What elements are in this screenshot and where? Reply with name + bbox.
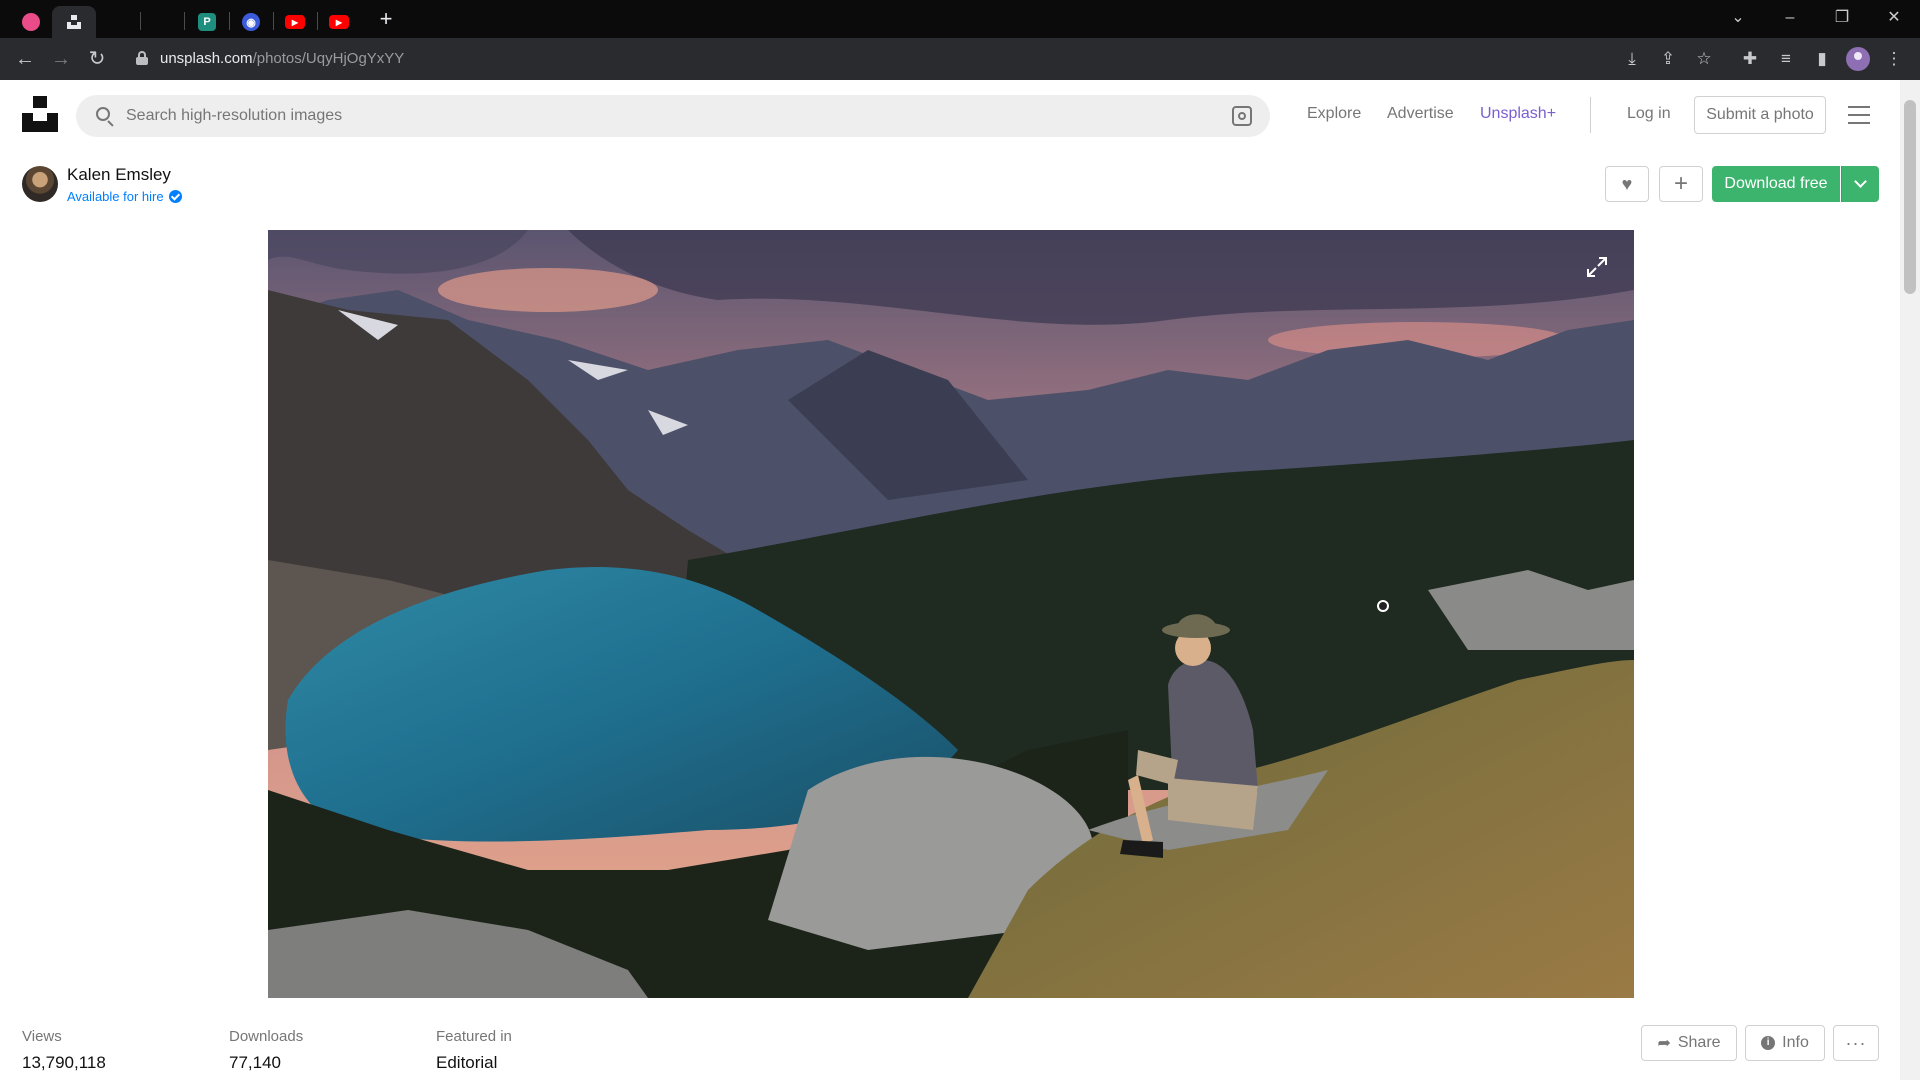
author-name[interactable]: Kalen Emsley [67, 165, 171, 185]
tab-separator [229, 12, 230, 30]
zoom-cursor-icon [1377, 600, 1389, 612]
tab-separator [184, 12, 185, 30]
browser-menu-icon[interactable]: ⋮ [1882, 47, 1906, 71]
media-control-icon[interactable]: ≡ [1774, 47, 1798, 71]
browser-toolbar: ← → ↻ unsplash.com/photos/UqyHjOgYxYY ⤓ … [0, 38, 1920, 80]
verified-check-icon [168, 190, 182, 203]
back-button[interactable]: ← [12, 46, 38, 72]
share-arrow-icon: ➦ [1657, 1035, 1671, 1052]
nav-explore[interactable]: Explore [1307, 105, 1361, 123]
search-icon[interactable] [96, 107, 114, 127]
nav-unsplash-plus[interactable]: Unsplash+ [1480, 105, 1556, 123]
forward-button[interactable]: → [48, 46, 74, 72]
more-actions-button[interactable]: ··· [1833, 1025, 1879, 1061]
url-path: /photos/UqyHjOgYxYY [252, 50, 405, 67]
browser-tab-strip: P ◉ ▶ ▶ + ⌄ – ❐ ✕ [0, 0, 1920, 38]
reload-button[interactable]: ↻ [84, 46, 110, 72]
address-bar[interactable]: unsplash.com/photos/UqyHjOgYxYY [124, 43, 1394, 75]
submit-photo-button[interactable]: Submit a photo [1694, 96, 1826, 134]
unsplash-icon [65, 13, 83, 31]
tab-youtube-1[interactable]: ▶ [282, 6, 308, 38]
main-photo[interactable] [268, 230, 1634, 998]
site-header: Explore Advertise Unsplash+ Log in Submi… [0, 80, 1900, 150]
url-host: unsplash.com [160, 50, 253, 67]
availability-text: Available for hire [67, 189, 164, 204]
bookmark-star-icon[interactable]: ☆ [1692, 47, 1716, 71]
minimize-button[interactable]: – [1770, 4, 1810, 32]
search-input[interactable] [126, 95, 1186, 137]
restore-button[interactable]: ❐ [1822, 4, 1862, 32]
info-label: Info [1782, 1034, 1809, 1051]
profile-avatar[interactable] [1846, 47, 1870, 71]
lock-icon [136, 51, 148, 65]
scrollbar-thumb[interactable] [1904, 100, 1916, 294]
add-to-collection-button[interactable]: + [1659, 166, 1703, 202]
plus-icon: + [1673, 170, 1688, 197]
youtube-icon: ▶ [329, 15, 349, 29]
availability-link[interactable]: Available for hire [67, 189, 182, 204]
like-button[interactable]: ♥ [1605, 166, 1649, 202]
author-avatar[interactable] [22, 166, 58, 202]
tab-search-chevron-icon[interactable]: ⌄ [1718, 4, 1758, 32]
bot-icon: ◉ [242, 13, 260, 31]
stat-downloads-label: Downloads [229, 1028, 304, 1045]
hamburger-menu-icon[interactable] [1848, 106, 1870, 124]
info-icon: i [1761, 1036, 1776, 1050]
share-page-icon[interactable]: ⇪ [1656, 47, 1680, 71]
side-panel-icon[interactable]: ▮ [1810, 47, 1834, 71]
share-label: Share [1677, 1034, 1721, 1051]
stat-featured-label: Featured in [436, 1028, 512, 1045]
tab-youtube-2[interactable]: ▶ [326, 6, 352, 38]
tab-p-app[interactable]: P [194, 6, 220, 38]
info-button[interactable]: i Info [1745, 1025, 1825, 1061]
tab-dribbble[interactable] [18, 6, 44, 38]
tab-blank-2[interactable] [146, 6, 182, 38]
tab-bot[interactable]: ◉ [238, 6, 264, 38]
expand-fullscreen-icon[interactable] [1586, 256, 1608, 278]
close-window-button[interactable]: ✕ [1874, 4, 1914, 32]
p-app-icon: P [198, 13, 216, 31]
tab-separator [273, 12, 274, 30]
more-dots-icon: ··· [1845, 1032, 1867, 1053]
stat-featured-value[interactable]: Editorial [436, 1053, 497, 1073]
nav-advertise[interactable]: Advertise [1387, 105, 1454, 123]
new-tab-button[interactable]: + [372, 6, 400, 34]
tab-separator [140, 12, 141, 30]
share-button[interactable]: ➦ Share [1641, 1025, 1737, 1061]
download-button[interactable]: Download free [1712, 166, 1840, 202]
login-link[interactable]: Log in [1627, 105, 1671, 123]
install-app-icon[interactable]: ⤓ [1620, 47, 1644, 71]
download-options-button[interactable] [1841, 166, 1879, 202]
visual-search-icon[interactable] [1232, 106, 1252, 126]
dribbble-icon [22, 13, 40, 31]
chevron-down-icon [1854, 175, 1867, 188]
stat-downloads-value: 77,140 [229, 1053, 281, 1072]
stat-views-label: Views [22, 1028, 62, 1045]
heart-icon: ♥ [1621, 173, 1633, 194]
tab-blank-1[interactable] [104, 6, 140, 38]
unsplash-logo-icon[interactable] [22, 96, 58, 132]
search-bar [76, 95, 1270, 137]
extensions-puzzle-icon[interactable]: ✚ [1738, 47, 1762, 71]
page-scrollbar[interactable] [1900, 80, 1920, 1080]
stat-views-value: 13,790,118 [22, 1053, 106, 1072]
nav-divider [1590, 97, 1591, 133]
tab-separator [317, 12, 318, 30]
youtube-icon: ▶ [285, 15, 305, 29]
tab-unsplash[interactable] [52, 6, 96, 38]
url-text: unsplash.com/photos/UqyHjOgYxYY [160, 50, 404, 67]
